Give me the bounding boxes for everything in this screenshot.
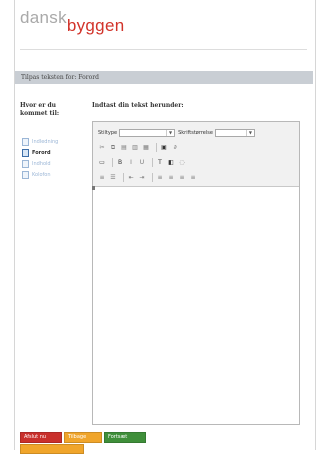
outdent-icon[interactable]: ⇤ <box>127 174 135 182</box>
indent-icon[interactable]: ⇥ <box>138 174 146 182</box>
font-size-label: Skriftstørrelse <box>178 129 213 136</box>
toolbar-separator <box>152 173 153 182</box>
page-icon <box>22 171 29 179</box>
align-justify-icon[interactable]: ≡ <box>189 174 197 182</box>
toolbar-row-4: ≡ ☰ ⇤ ⇥ ≡ ≡ ≡ ≡ <box>98 171 294 184</box>
style-label: Stiltype <box>98 129 118 136</box>
resize-handle[interactable] <box>92 186 95 190</box>
toolbar-row-1: Stiltype ▼ Skriftstørrelse ▼ <box>98 126 294 139</box>
continue-button[interactable]: Fortsæt <box>104 432 146 443</box>
numbered-list-icon[interactable]: ≡ <box>98 174 106 182</box>
align-center-icon[interactable]: ≡ <box>167 174 175 182</box>
editor-prompt: Indtast din tekst herunder: <box>92 102 184 109</box>
toolbar-row-2: ✂ ⧉ ▤ ▥ ▦ ▣ ∂ <box>98 141 294 154</box>
page-title: Tilpas teksten for: Forord <box>15 71 313 84</box>
chevron-down-icon: ▼ <box>245 129 254 136</box>
step-item-indledning[interactable]: Indledning <box>22 137 78 147</box>
page-icon <box>22 138 29 146</box>
text-color-icon[interactable]: T <box>156 159 164 167</box>
step-label: Indledning <box>32 139 59 145</box>
style-select[interactable]: ▼ <box>119 128 176 137</box>
step-label: Forord <box>32 150 51 156</box>
chevron-down-icon: ▼ <box>166 129 174 136</box>
progress-question: Hvor er du kommet til: <box>20 102 60 117</box>
paste-icon[interactable]: ▤ <box>120 144 128 152</box>
editor-toolbar: Stiltype ▼ Skriftstørrelse ▼ ✂ ⧉ ▤ ▥ ▦ ▣… <box>93 122 299 187</box>
step-item-kolofon[interactable]: Kolofon <box>22 170 78 180</box>
step-item-indhold[interactable]: Indhold <box>22 159 78 169</box>
align-right-icon[interactable]: ≡ <box>178 174 186 182</box>
rich-text-editor[interactable]: Stiltype ▼ Skriftstørrelse ▼ ✂ ⧉ ▤ ▥ ▦ ▣… <box>92 121 300 425</box>
font-size-select[interactable]: ▼ <box>214 128 255 137</box>
toolbar-separator <box>123 173 124 182</box>
paste-word-icon[interactable]: ▦ <box>142 144 150 152</box>
underline-icon[interactable]: U <box>138 159 146 167</box>
page-icon <box>22 160 29 168</box>
background-color-icon[interactable]: ◧ <box>167 159 175 167</box>
paste-text-icon[interactable]: ▥ <box>131 144 139 152</box>
back-button[interactable]: Tilbage <box>64 432 102 443</box>
header-divider <box>20 49 307 50</box>
step-item-forord[interactable]: Forord <box>22 148 78 158</box>
editor-content-area[interactable] <box>93 187 299 423</box>
align-left-icon[interactable]: ≡ <box>156 174 164 182</box>
toolbar-separator <box>112 158 113 167</box>
footer-actions: Afslut nu Tilbage Fortsæt <box>20 423 148 443</box>
brand-logo[interactable]: danskbyggen <box>20 8 124 35</box>
link-icon[interactable]: ∂ <box>171 144 179 152</box>
bulleted-list-icon[interactable]: ☰ <box>109 174 117 182</box>
step-label: Kolofon <box>32 172 51 178</box>
cut-icon[interactable]: ✂ <box>98 144 106 152</box>
copy-icon[interactable]: ⧉ <box>109 144 117 152</box>
step-label: Indhold <box>32 161 51 167</box>
bold-icon[interactable]: B <box>116 159 124 167</box>
toolbar-separator <box>156 143 157 152</box>
toolbar-separator <box>152 158 153 167</box>
italic-icon[interactable]: I <box>127 159 135 167</box>
logo-part-1: dansk <box>20 8 67 27</box>
page-icon <box>22 149 29 157</box>
extra-action-button[interactable] <box>20 444 84 454</box>
cancel-button[interactable]: Afslut nu <box>20 432 62 443</box>
remove-format-icon[interactable]: ◌ <box>178 159 186 167</box>
image-icon[interactable]: ▣ <box>160 144 168 152</box>
toolbar-row-3: ▭ B I U T ◧ ◌ <box>98 156 294 169</box>
logo-part-2: byggen <box>66 16 125 35</box>
source-icon[interactable]: ▭ <box>98 159 106 167</box>
progress-steps: Indledning Forord Indhold Kolofon <box>22 137 78 181</box>
